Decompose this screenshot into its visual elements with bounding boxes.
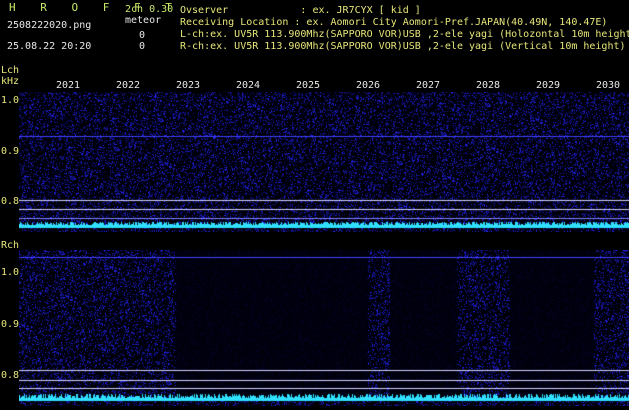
x-tick-label: 2022 [116, 80, 141, 91]
lch-ytick-1-0: 1.0 [1, 95, 20, 106]
datetime-label: 25.08.22 20:20 [7, 41, 92, 52]
x-tick-label: 2023 [176, 80, 201, 91]
r-count: 0 [139, 41, 146, 52]
lch-ytick-0-8: 0.8 [1, 196, 20, 207]
filename-label: 2508222020.png [7, 20, 92, 31]
meteor-label: meteor [125, 15, 162, 26]
x-tick-label: 2021 [56, 80, 81, 91]
rch-ytick-0-9: 0.9 [1, 319, 20, 330]
lch-unit-label: kHz [1, 76, 20, 87]
rch-channel-label: Rch [1, 240, 20, 251]
location-line: Receiving Location : ex. Aomori City Aom… [180, 17, 608, 28]
rch-info-line: R-ch:ex. UV5R 113.900Mhz(SAPPORO VOR)USB… [180, 41, 626, 52]
rch-ytick-0-8: 0.8 [1, 370, 20, 381]
x-tick-label: 2029 [536, 80, 561, 91]
lch-info-line: L-ch:ex. UV5R 113.900Mhz(SAPPORO VOR)USB… [180, 29, 629, 40]
observer-line: Ovserver : ex. JR7CYX [ kid ] [180, 5, 421, 16]
x-tick-label: 2026 [356, 80, 381, 91]
x-tick-label: 2030 [596, 80, 621, 91]
x-tick-label: 2024 [236, 80, 261, 91]
x-tick-label: 2025 [296, 80, 321, 91]
x-tick-label: 2027 [416, 80, 441, 91]
lch-spectrogram [19, 92, 629, 232]
rch-spectrogram [19, 250, 629, 406]
x-tick-label: 2028 [476, 80, 501, 91]
lch-ytick-0-9: 0.9 [1, 146, 20, 157]
rch-ytick-1-0: 1.0 [1, 267, 20, 278]
